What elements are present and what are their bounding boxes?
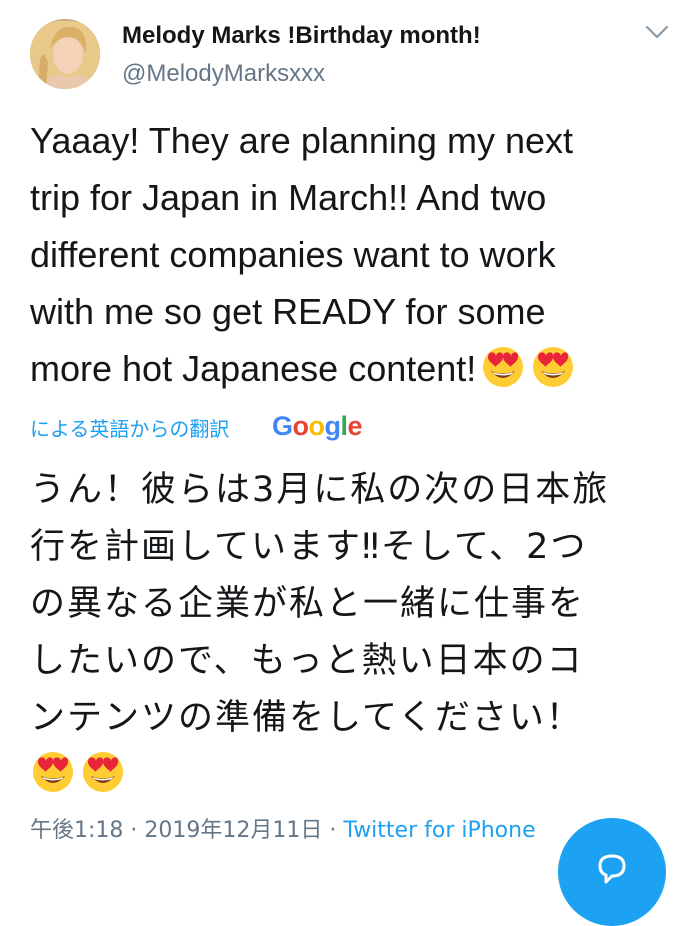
- translated-line: の異なる企業が私と一緒に仕事を: [30, 584, 586, 624]
- google-logo-letter: l: [340, 411, 349, 441]
- heart-eyes-emoji-icon: [33, 752, 73, 792]
- google-logo-letter: o: [308, 411, 326, 441]
- google-logo-letter: o: [292, 411, 310, 441]
- translated-line: 行を計画しています‼そして、2つ: [30, 527, 588, 567]
- google-logo-letter: G: [272, 411, 293, 441]
- compose-fab-button[interactable]: [558, 818, 666, 926]
- display-name[interactable]: Melody Marks !Birthday month!: [122, 22, 481, 50]
- compose-reply-icon: [598, 854, 626, 884]
- translated-text: うん！彼らは3月に私の次の日本旅 行を計画しています‼そして、2つ の異なる企業…: [30, 462, 680, 804]
- tweet-text: Yaaay! They are planning my next trip fo…: [30, 112, 680, 397]
- google-logo-letter: e: [347, 411, 363, 441]
- tweet-time: 午後1:18: [30, 818, 124, 843]
- meta-separator: ·: [130, 818, 138, 843]
- user-handle[interactable]: @MelodyMarksxxx: [122, 60, 325, 88]
- tweet-line: Yaaay! They are planning my next: [30, 120, 573, 161]
- google-logo: Google: [272, 411, 363, 442]
- tweet-line-text: more hot Japanese content!: [30, 348, 477, 389]
- tweet-line: trip for Japan in March!! And two: [30, 177, 547, 218]
- google-logo-letter: g: [324, 411, 342, 441]
- tweet-line: different companies want to work: [30, 234, 556, 275]
- translated-line: したいので、もっと熱い日本のコ: [30, 641, 584, 681]
- heart-eyes-emoji-icon: [533, 347, 574, 387]
- avatar[interactable]: [30, 19, 100, 89]
- translated-line: ンテンツの準備をしてください！: [30, 698, 583, 738]
- tweet-meta: 午後1:18 · 2019年12月11日 · Twitter for iPhon…: [30, 812, 536, 844]
- meta-separator: ·: [329, 818, 337, 843]
- google-logo-text: Google: [272, 411, 363, 441]
- tweet-header: Melody Marks !Birthday month! @MelodyMar…: [0, 0, 700, 100]
- heart-eyes-emoji-icon: [83, 752, 123, 792]
- translated-emoji-line: [30, 747, 680, 804]
- translation-label[interactable]: による英語からの翻訳: [30, 413, 229, 442]
- avatar-photo: [30, 19, 100, 89]
- tweet-source-link[interactable]: Twitter for iPhone: [343, 818, 535, 843]
- tweet-line-last: more hot Japanese content!: [30, 340, 680, 397]
- heart-eyes-emoji-icon: [483, 347, 524, 387]
- tweet-line: with me so get READY for some: [30, 291, 546, 332]
- tweet-date: 2019年12月11日: [144, 818, 323, 843]
- chevron-down-icon[interactable]: [644, 22, 670, 42]
- translated-line: うん！彼らは3月に私の次の日本旅: [30, 470, 610, 510]
